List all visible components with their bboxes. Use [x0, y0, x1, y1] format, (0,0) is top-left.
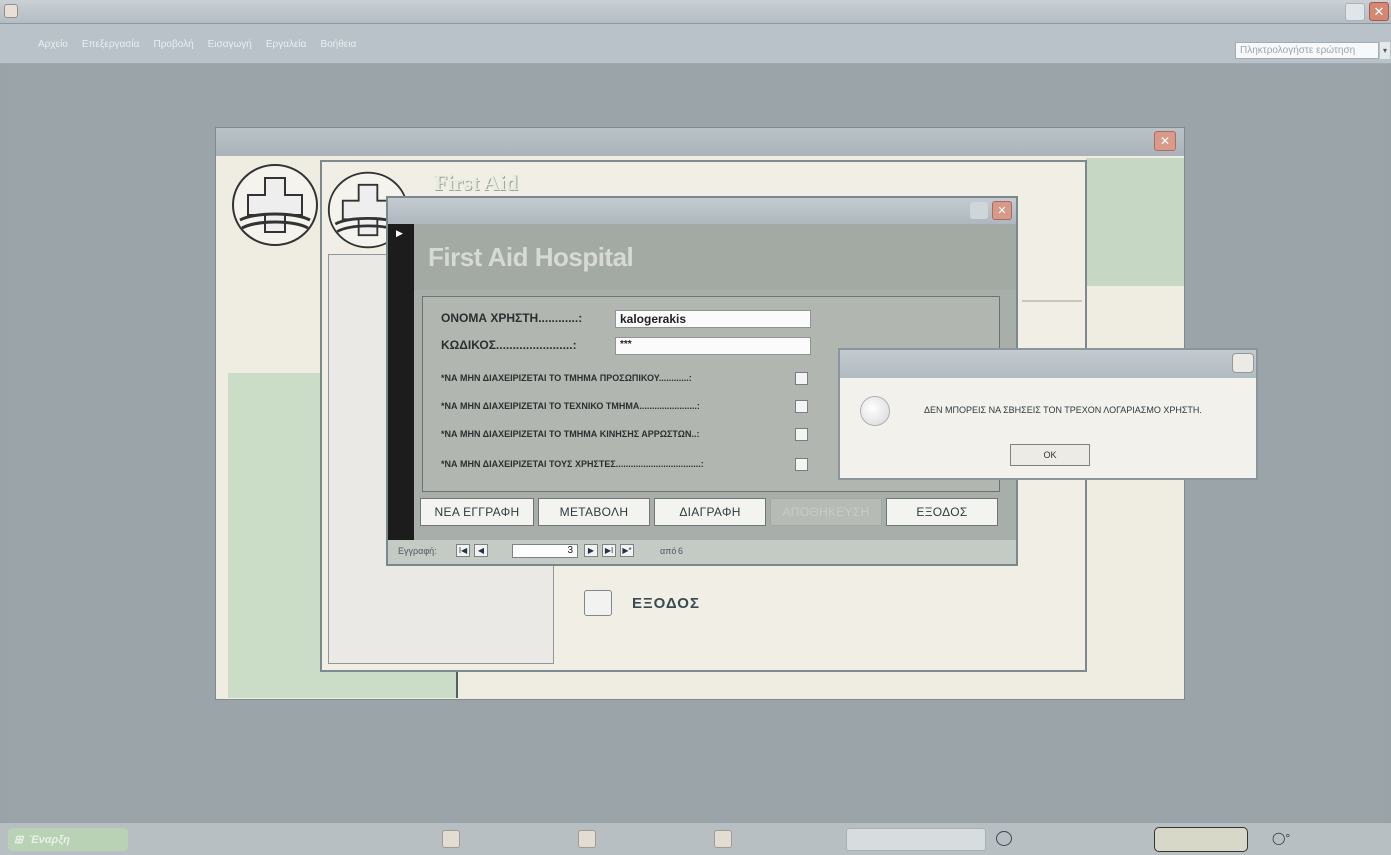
form-close-button[interactable]: ✕ [992, 201, 1012, 220]
next-record-icon[interactable]: ▶ [584, 544, 598, 557]
minimize-button[interactable] [1345, 3, 1365, 21]
taskbar-circle-icon[interactable] [996, 831, 1012, 846]
new-record-button[interactable]: ΝΕΑ ΕΓΓΡΑΦΗ [420, 498, 534, 526]
password-label: ΚΩΔΙΚΟΣ.......................: [441, 338, 577, 352]
taskbar: ⊞ Έναρξη ◯° [0, 822, 1391, 855]
username-label: ΟΝΟΜΑ ΧΡΗΣΤΗ............: [441, 311, 583, 325]
edit-button[interactable]: ΜΕΤΑΒΟΛΗ [538, 498, 650, 526]
message-text: ΔΕΝ ΜΠΟΡΕΙΣ ΝΑ ΣΒΗΣΕΙΣ ΤΟΝ ΤΡΕΧΟΝ ΛΟΓΑΡΙ… [924, 405, 1202, 415]
app-icon[interactable] [4, 4, 18, 18]
permission-checkbox-technical[interactable] [795, 400, 808, 413]
start-button[interactable]: ⊞ Έναρξη [8, 828, 128, 851]
record-nav-of: από [660, 546, 677, 556]
menu-edit[interactable]: Επεξεργασία [82, 39, 140, 50]
username-field[interactable]: kalogerakis [615, 310, 811, 328]
permission-label-personnel: *ΝΑ ΜΗΝ ΔΙΑΧΕΙΡΙΖΕΤΑΙ ΤΟ ΤΜΗΜΑ ΠΡΟΣΩΠΙΚΟ… [441, 373, 692, 383]
record-selector[interactable]: ▶ [388, 224, 414, 540]
menu-insert[interactable]: Εισαγωγή [208, 39, 252, 50]
menu-tools[interactable]: Εργαλεία [266, 39, 307, 50]
record-nav-total: 6 [678, 546, 684, 556]
last-record-icon[interactable]: ▶I [602, 544, 616, 557]
password-field[interactable]: *** [615, 337, 811, 355]
taskbar-app-icon[interactable] [714, 830, 732, 848]
taskbar-app-icon[interactable] [442, 830, 460, 848]
permission-checkbox-personnel[interactable] [795, 372, 808, 385]
record-pointer-icon: ▶ [396, 228, 403, 238]
hospital-logo-icon [232, 164, 318, 246]
menu-items: Αρχείο Επεξεργασία Προβολή Εισαγωγή Εργα… [38, 39, 356, 50]
form-header: First Aid Hospital [414, 224, 1016, 290]
current-record-input[interactable]: 3 [512, 544, 578, 558]
system-tray-box[interactable] [1154, 827, 1248, 852]
switchboard-titlebar: ✕ [216, 128, 1184, 156]
menu-view[interactable]: Προβολή [153, 39, 193, 50]
form-titlebar: ✕ [388, 198, 1016, 224]
first-record-icon[interactable]: I◀ [456, 544, 470, 557]
message-close-button[interactable] [1232, 353, 1254, 373]
form-minimize-button[interactable] [970, 202, 988, 219]
delete-button[interactable]: ΔΙΑΓΡΑΦΗ [654, 498, 766, 526]
windows-logo-icon: ⊞ [14, 834, 24, 846]
record-nav-label: Εγγραφή: [398, 546, 437, 556]
brand-title: First Aid [434, 170, 518, 195]
menubar: Αρχείο Επεξεργασία Προβολή Εισαγωγή Εργα… [0, 24, 1391, 64]
switchboard-close-button[interactable]: ✕ [1154, 131, 1176, 151]
help-question-input[interactable]: Πληκτρολογήστε ερώτηση [1235, 42, 1379, 59]
permission-label-technical: *ΝΑ ΜΗΝ ΔΙΑΧΕΙΡΙΖΕΤΑΙ ΤΟ ΤΕΧΝΙΚΟ ΤΜΗΜΑ..… [441, 401, 700, 411]
message-dialog: ΔΕΝ ΜΠΟΡΕΙΣ ΝΑ ΣΒΗΣΕΙΣ ΤΟΝ ΤΡΕΧΟΝ ΛΟΓΑΡΙ… [838, 348, 1258, 480]
menu-file[interactable]: Αρχείο [38, 39, 68, 50]
taskbar-active-task[interactable] [846, 828, 986, 851]
message-titlebar [840, 350, 1256, 378]
permission-checkbox-users[interactable] [795, 458, 808, 471]
new-record-nav-icon[interactable]: ▶* [620, 544, 634, 557]
prev-record-icon[interactable]: ◀ [474, 544, 488, 557]
app-titlebar: ✕ [0, 0, 1391, 24]
tray-clock-icon[interactable]: ◯° [1272, 831, 1290, 845]
switchboard-right-panel [1086, 158, 1184, 286]
permission-checkbox-patients[interactable] [795, 428, 808, 441]
start-label: Έναρξη [29, 833, 70, 846]
exit-option-button[interactable] [584, 590, 612, 616]
exit-option-label: ΕΞΟΔΟΣ [632, 595, 700, 612]
permission-label-patients: *ΝΑ ΜΗΝ ΔΙΑΧΕΙΡΙΖΕΤΑΙ ΤΟ ΤΜΗΜΑ ΚΙΝΗΣΗΣ Α… [441, 429, 700, 439]
form-button-bar: ΝΕΑ ΕΓΓΡΑΦΗ ΜΕΤΑΒΟΛΗ ΔΙΑΓΡΑΦΗ ΑΠΟΘΗΚΕΥΣΗ… [420, 498, 1000, 528]
divider [1022, 300, 1082, 302]
info-icon [860, 396, 890, 426]
exit-button[interactable]: ΕΞΟΔΟΣ [886, 498, 998, 526]
ok-button[interactable]: OK [1010, 444, 1090, 466]
app-close-button[interactable]: ✕ [1369, 2, 1389, 21]
chevron-down-icon[interactable]: ▾ [1380, 42, 1390, 59]
record-navigator: Εγγραφή: I◀ ◀ 3 ▶ ▶I ▶* από 6 [388, 540, 1016, 564]
menu-help[interactable]: Βοήθεια [320, 39, 356, 50]
taskbar-app-icon[interactable] [578, 830, 596, 848]
save-button[interactable]: ΑΠΟΘΗΚΕΥΣΗ [770, 498, 882, 526]
form-heading: First Aid Hospital [428, 242, 634, 272]
permission-label-users: *ΝΑ ΜΗΝ ΔΙΑΧΕΙΡΙΖΕΤΑΙ ΤΟΥΣ ΧΡΗΣΤΕΣ......… [441, 459, 704, 469]
